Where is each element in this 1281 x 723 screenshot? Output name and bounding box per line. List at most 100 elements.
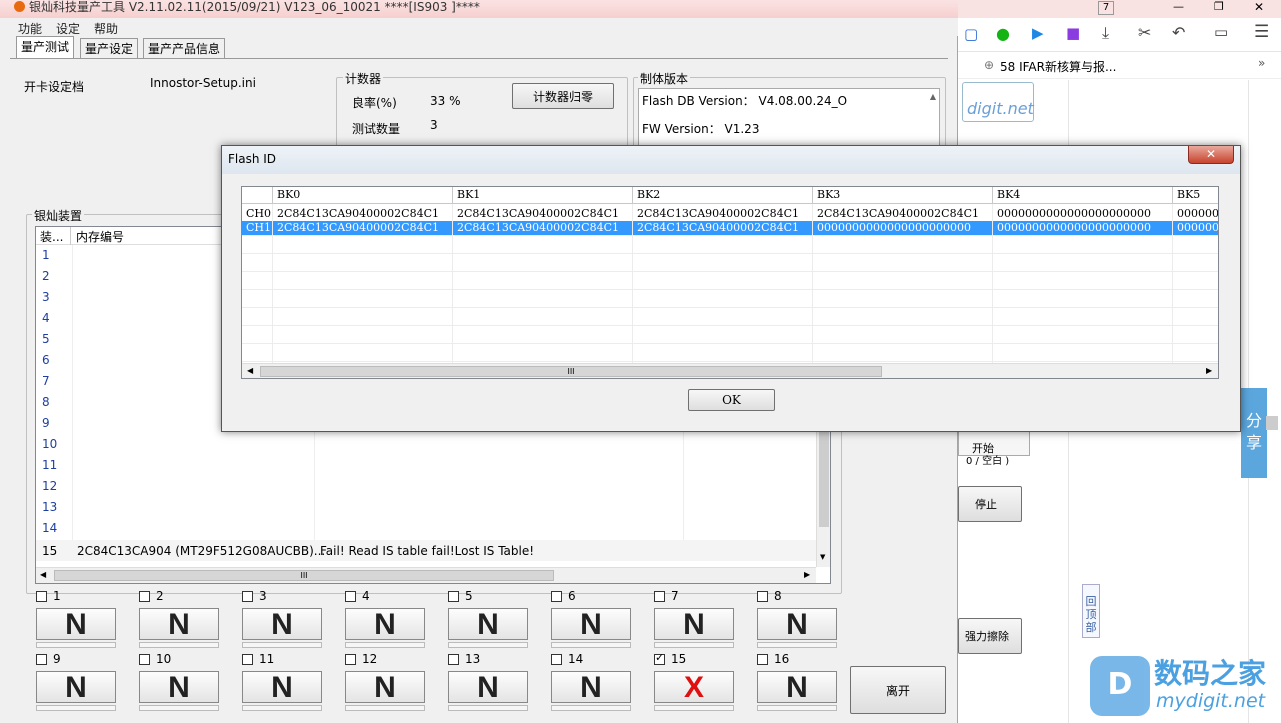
- flash-id-grid[interactable]: BK0 BK1 BK2 BK3 BK4 BK5 CH0 2C84C13CA90400002C8…: [241, 186, 1219, 379]
- grid-cell[interactable]: 2C84C13CA90400002C84C1: [453, 221, 633, 235]
- grid-scroll-left-icon[interactable]: ◀: [247, 366, 253, 375]
- page-scroll-thumb[interactable]: [1266, 416, 1278, 430]
- slot-status-button[interactable]: N: [448, 608, 528, 641]
- grid-channel-label[interactable]: CH0: [242, 207, 273, 221]
- device-row[interactable]: 12: [36, 476, 816, 497]
- minimize-icon[interactable]: —: [1173, 0, 1184, 13]
- slot-status-button[interactable]: N: [242, 608, 322, 641]
- grid-cell[interactable]: 0000000000000000000000: [993, 221, 1173, 235]
- grid-column-header[interactable]: BK1: [453, 187, 633, 204]
- scroll-left-icon[interactable]: ◀: [40, 570, 46, 579]
- grid-cell[interactable]: 2C84C13CA90400002C84C1: [453, 207, 633, 221]
- slot-checkbox[interactable]: [139, 654, 150, 665]
- menu-icon[interactable]: ☰: [1254, 22, 1269, 42]
- slot-checkbox[interactable]: [757, 591, 768, 602]
- ok-button[interactable]: OK: [688, 389, 775, 411]
- grid-cell[interactable]: 2C84C13CA90400002C84C1: [633, 207, 813, 221]
- menu-function[interactable]: 功能: [18, 20, 42, 37]
- grid-cell[interactable]: 2C84C13CA90400002C84C1: [813, 207, 993, 221]
- grid-cell[interactable]: 2C84C13CA90400002C84C1: [273, 221, 453, 235]
- slot-checkbox[interactable]: [36, 654, 47, 665]
- scroll-right-icon[interactable]: ▶: [804, 570, 810, 579]
- firmware-textbox[interactable]: Flash DB Version： V4.08.00.24_O FW Versi…: [638, 88, 940, 146]
- back-to-top-button[interactable]: 回顶部: [1082, 584, 1100, 638]
- wechat-icon[interactable]: ●: [996, 24, 1010, 43]
- slot-status-button[interactable]: N: [448, 671, 528, 704]
- slot-status-button[interactable]: N: [757, 608, 837, 641]
- grid-scroll-right-icon[interactable]: ▶: [1206, 366, 1212, 375]
- bag-icon[interactable]: ▭: [1214, 23, 1228, 41]
- download-icon[interactable]: ⤓: [1102, 23, 1109, 43]
- slot-status-button[interactable]: N: [36, 671, 116, 704]
- slot-checkbox[interactable]: [448, 654, 459, 665]
- play-icon[interactable]: ▶: [1032, 24, 1044, 42]
- grid-cell[interactable]: 000000: [1173, 207, 1218, 221]
- scroll-up-icon[interactable]: ▲: [930, 92, 936, 101]
- slot-checkbox[interactable]: [654, 651, 665, 665]
- slot-checkbox[interactable]: [448, 591, 459, 602]
- slot-checkbox[interactable]: [551, 654, 562, 665]
- slot-status-button[interactable]: N: [242, 671, 322, 704]
- slot-status-button[interactable]: X: [654, 671, 734, 704]
- slot-checkbox[interactable]: [242, 654, 253, 665]
- slot-checkbox[interactable]: [654, 591, 665, 602]
- tab-production-settings[interactable]: 量产设定: [80, 38, 139, 58]
- slot-status-button[interactable]: N: [345, 608, 425, 641]
- maximize-icon[interactable]: ❐: [1214, 0, 1224, 13]
- slot-status-button[interactable]: N: [36, 608, 116, 641]
- stop-button[interactable]: 停止: [958, 486, 1022, 522]
- device-row-15[interactable]: 15 2C84C13CA904 (MT29F512G08AUCBB)... Fa…: [36, 540, 816, 561]
- undo-icon[interactable]: ↶: [1172, 23, 1185, 42]
- menu-settings[interactable]: 设定: [56, 20, 80, 37]
- grid-cell[interactable]: 2C84C13CA90400002C84C1: [633, 221, 813, 235]
- dialog-close-button[interactable]: ✕: [1188, 146, 1234, 164]
- slot-checkbox[interactable]: [36, 591, 47, 602]
- slot-checkbox[interactable]: [242, 591, 253, 602]
- slot-status-button[interactable]: N: [757, 671, 837, 704]
- grid-cell[interactable]: 000000: [1173, 221, 1218, 235]
- device-row[interactable]: 14: [36, 518, 816, 539]
- column-header-device[interactable]: 装...: [36, 227, 71, 245]
- slot-status-button[interactable]: N: [345, 671, 425, 704]
- notification-badge[interactable]: 7: [1098, 1, 1114, 15]
- slot-checkbox[interactable]: [345, 654, 356, 665]
- bookmark-link[interactable]: 58 IFAR新核算与报...: [1000, 58, 1116, 75]
- slot-status-button[interactable]: N: [139, 608, 219, 641]
- close-icon[interactable]: ✕: [1254, 0, 1264, 14]
- grid-column-header[interactable]: BK3: [813, 187, 993, 204]
- menu-help[interactable]: 帮助: [94, 20, 118, 37]
- grid-cell[interactable]: 0000000000000000000000: [813, 221, 993, 235]
- grid-cell[interactable]: 2C84C13CA90400002C84C1: [273, 207, 453, 221]
- tab-production-test[interactable]: 量产测试: [16, 36, 75, 58]
- reset-counter-button[interactable]: 计数器归零: [512, 83, 614, 109]
- more-icon[interactable]: »: [1258, 56, 1265, 70]
- slot-status-button[interactable]: N: [654, 608, 734, 641]
- grid-column-header[interactable]: BK2: [633, 187, 813, 204]
- slot-status-button[interactable]: N: [551, 608, 631, 641]
- tab-product-info[interactable]: 量产产品信息: [143, 38, 226, 58]
- slot-status-button[interactable]: N: [551, 671, 631, 704]
- grid-channel-label[interactable]: CH1: [242, 221, 273, 235]
- grid-column-header[interactable]: BK5: [1173, 187, 1218, 204]
- device-row[interactable]: 11: [36, 455, 816, 476]
- force-erase-button[interactable]: 强力擦除: [958, 618, 1022, 654]
- scissors-icon[interactable]: ✂: [1138, 23, 1151, 42]
- slot-checkbox[interactable]: [551, 591, 562, 602]
- device-row[interactable]: 10: [36, 434, 816, 455]
- slot-checkbox[interactable]: [345, 591, 356, 602]
- slot-status-button[interactable]: N: [139, 671, 219, 704]
- grid-hscroll[interactable]: ◀ III ▶: [242, 363, 1218, 378]
- window-icon[interactable]: ▢: [964, 25, 978, 43]
- share-button[interactable]: 分享: [1241, 388, 1267, 478]
- exit-button[interactable]: 离开: [850, 666, 946, 714]
- grid-cell[interactable]: 0000000000000000000000: [993, 207, 1173, 221]
- slot-checkbox[interactable]: [757, 654, 768, 665]
- slot-checkbox[interactable]: [139, 591, 150, 602]
- grid-column-header[interactable]: BK4: [993, 187, 1173, 204]
- device-list-hscroll[interactable]: ◀ III ▶: [36, 567, 816, 583]
- grid-hscroll-thumb[interactable]: III: [260, 366, 882, 377]
- scroll-down-icon[interactable]: ▼: [820, 553, 825, 561]
- grid-column-header[interactable]: BK0: [273, 187, 453, 204]
- hscroll-thumb[interactable]: III: [54, 570, 554, 581]
- vscroll-thumb[interactable]: [819, 427, 829, 527]
